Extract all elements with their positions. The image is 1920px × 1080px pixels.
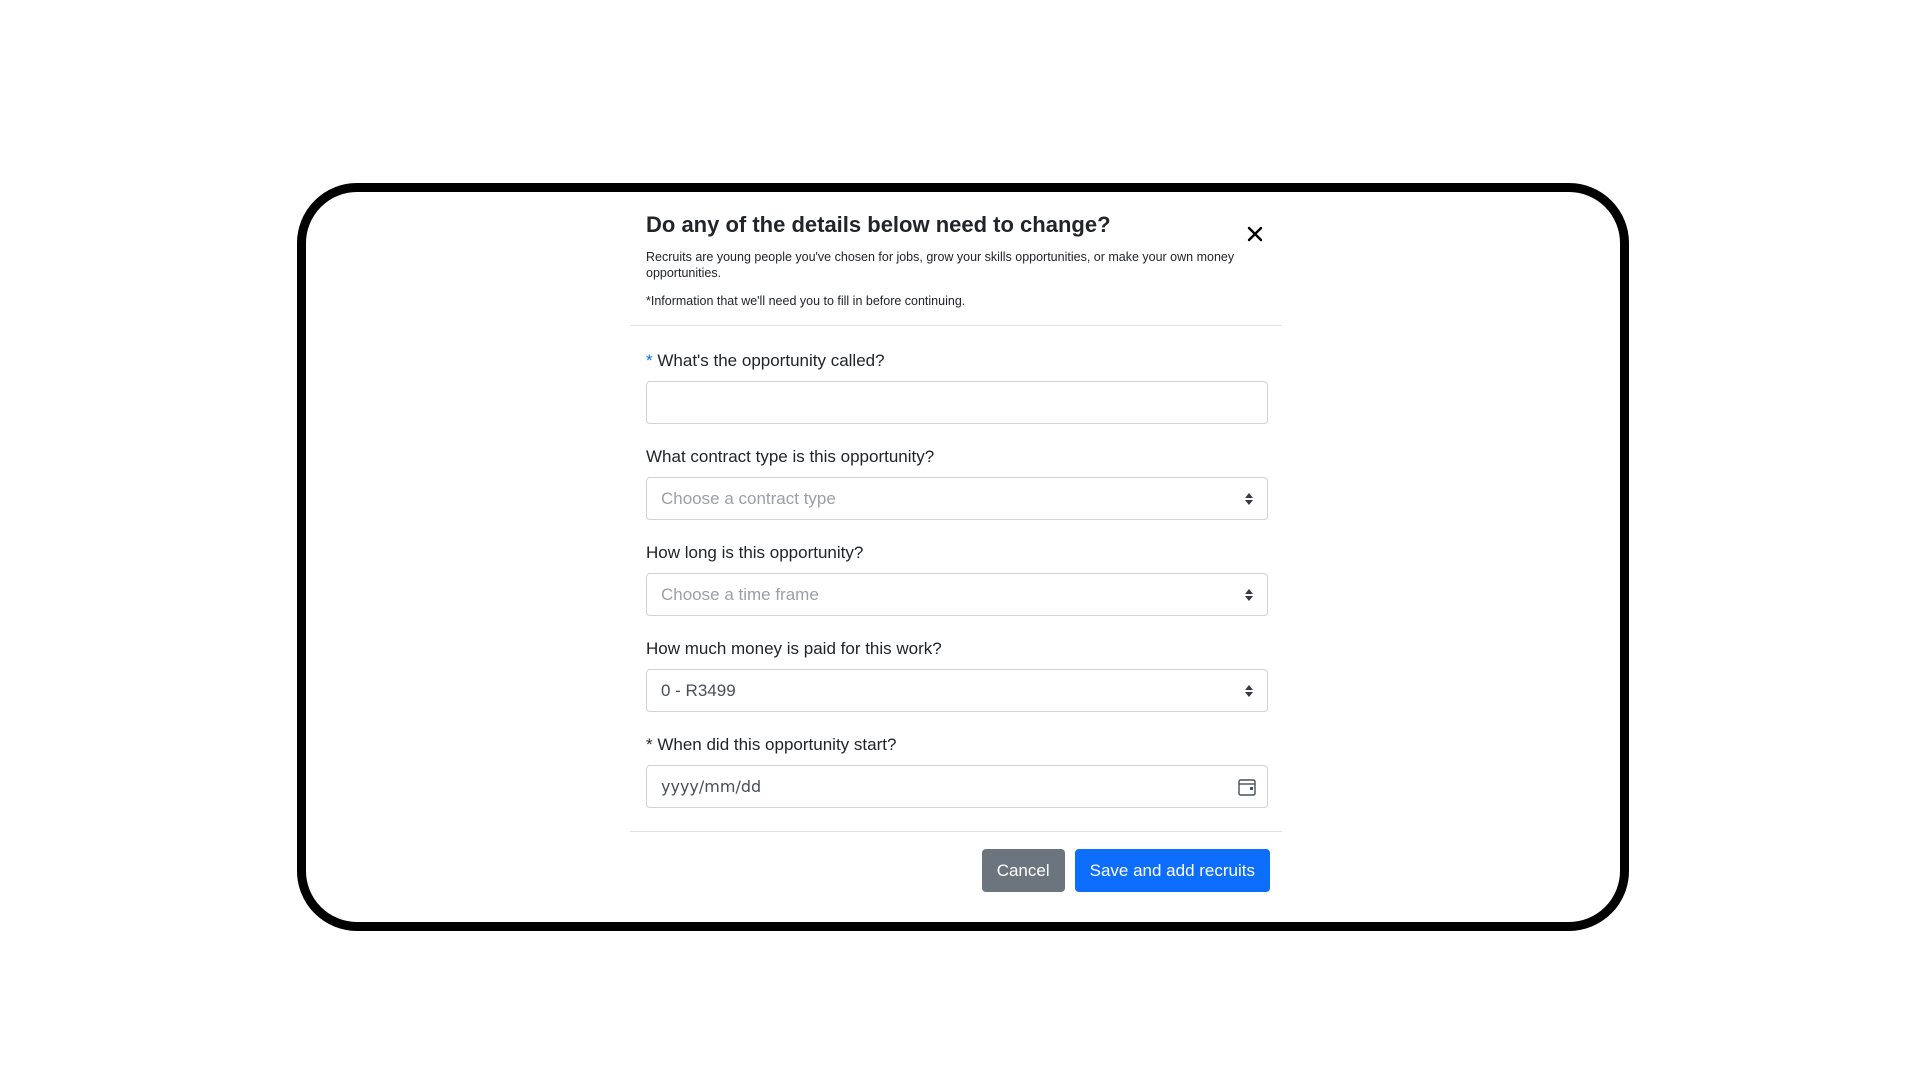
calendar-icon[interactable] xyxy=(1237,777,1257,797)
field-duration: How long is this opportunity? Choose a t… xyxy=(646,543,1268,616)
modal-body: * What's the opportunity called? What co… xyxy=(630,326,1282,832)
duration-placeholder: Choose a time frame xyxy=(661,584,819,604)
pay-selected-value: 0 - R3499 xyxy=(661,680,736,700)
required-marker: * xyxy=(646,351,653,370)
save-and-add-recruits-button[interactable]: Save and add recruits xyxy=(1074,849,1270,892)
cancel-button[interactable]: Cancel xyxy=(981,849,1065,892)
pay-select[interactable]: 0 - R3499 xyxy=(646,669,1268,712)
required-note: *Information that we'll need you to fill… xyxy=(646,294,966,308)
start-date-input[interactable]: yyyy/mm/dd xyxy=(646,765,1268,808)
close-button[interactable] xyxy=(1240,219,1270,249)
modal-title: Do any of the details below need to chan… xyxy=(646,212,1111,237)
modal-header: Do any of the details below need to chan… xyxy=(630,211,1282,326)
contract-type-label: What contract type is this opportunity? xyxy=(646,447,935,466)
select-arrows-icon xyxy=(1245,588,1253,601)
field-start-date: * When did this opportunity start? yyyy/… xyxy=(646,735,1268,808)
modal-footer: Cancel Save and add recruits xyxy=(630,832,1282,892)
opportunity-name-input-wrapper xyxy=(646,381,1268,424)
select-arrows-icon xyxy=(1245,684,1253,697)
modal-subtitle: Recruits are young people you've chosen … xyxy=(646,250,1235,280)
field-pay: How much money is paid for this work? 0 … xyxy=(646,639,1268,712)
duration-label: How long is this opportunity? xyxy=(646,543,864,562)
opportunity-name-label: * What's the opportunity called? xyxy=(646,351,885,370)
opportunity-name-input[interactable] xyxy=(661,391,1253,414)
contract-type-placeholder: Choose a contract type xyxy=(661,488,836,508)
field-opportunity-name: * What's the opportunity called? xyxy=(646,351,1268,424)
start-date-label: * When did this opportunity start? xyxy=(646,735,897,754)
edit-opportunity-modal: Do any of the details below need to chan… xyxy=(630,203,1282,892)
contract-type-select[interactable]: Choose a contract type xyxy=(646,477,1268,520)
pay-label: How much money is paid for this work? xyxy=(646,639,942,658)
duration-select[interactable]: Choose a time frame xyxy=(646,573,1268,616)
select-arrows-icon xyxy=(1245,492,1253,505)
field-contract-type: What contract type is this opportunity? … xyxy=(646,447,1268,520)
close-icon xyxy=(1247,226,1263,242)
start-date-placeholder: yyyy/mm/dd xyxy=(661,777,762,796)
